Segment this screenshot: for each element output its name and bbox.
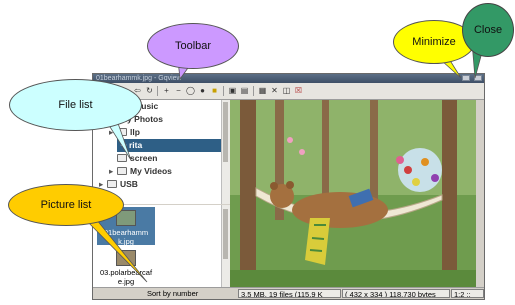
close-callout: Close (462, 3, 514, 57)
file-list-callout: File list (9, 79, 142, 131)
picture-list-callout: Picture list (8, 184, 124, 226)
toolbar-callout: Toolbar (147, 23, 239, 69)
